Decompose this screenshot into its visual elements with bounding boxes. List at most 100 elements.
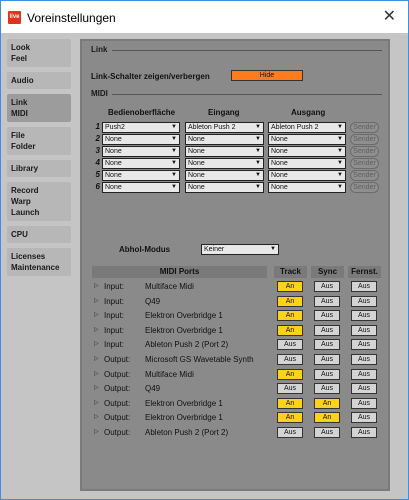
input-select-value: None <box>188 172 205 179</box>
chevron-down-icon: ▼ <box>337 160 343 166</box>
triangle-right-icon[interactable]: ▷ <box>94 340 99 347</box>
sender-button[interactable]: Sender <box>350 182 379 193</box>
track-toggle[interactable]: An <box>277 368 303 380</box>
input-select-value: None <box>188 184 205 191</box>
sender-button[interactable]: Sender <box>350 170 379 181</box>
output-select[interactable]: None ▼ <box>268 182 346 193</box>
track-toggle[interactable]: An <box>277 397 303 409</box>
sidebar-tab-label: Launch <box>11 208 40 217</box>
sync-toggle[interactable]: An <box>314 412 340 424</box>
triangle-right-icon[interactable]: ▷ <box>94 282 99 289</box>
remote-toggle[interactable]: Aus <box>351 295 377 307</box>
remote-toggle[interactable]: Aus <box>351 397 377 409</box>
track-toggle[interactable]: An <box>277 281 303 292</box>
sidebar-tab-licenses-maintenance[interactable]: Licenses Maintenance <box>7 248 71 276</box>
takeover-mode-select[interactable]: Keiner ▼ <box>201 244 279 255</box>
input-select[interactable]: None ▼ <box>185 134 264 145</box>
port-type: Input: <box>104 325 125 335</box>
triangle-right-icon[interactable]: ▷ <box>94 413 99 420</box>
remote-toggle[interactable]: Aus <box>351 324 377 336</box>
output-select[interactable]: None ▼ <box>268 170 346 181</box>
track-toggle[interactable]: An <box>277 412 303 424</box>
sidebar-tab-label: Record <box>11 186 39 195</box>
input-select[interactable]: None ▼ <box>185 158 264 169</box>
sync-toggle[interactable]: Aus <box>314 295 340 307</box>
input-select[interactable]: None ▼ <box>185 182 264 193</box>
control-surface-select[interactable]: None ▼ <box>102 170 180 181</box>
control-surface-select[interactable]: None ▼ <box>102 158 180 169</box>
output-select-value: None <box>271 160 288 167</box>
control-surface-row: 2 None ▼ None ▼ None ▼ Sender <box>82 134 392 146</box>
link-hide-button[interactable]: Hide <box>231 70 303 81</box>
output-select[interactable]: None ▼ <box>268 134 346 145</box>
triangle-right-icon[interactable]: ▷ <box>94 311 99 318</box>
remote-toggle[interactable]: Aus <box>351 339 377 351</box>
output-select[interactable]: None ▼ <box>268 146 346 157</box>
track-toggle[interactable]: An <box>277 310 303 322</box>
output-select-value: None <box>271 136 288 143</box>
sender-button[interactable]: Sender <box>350 122 379 133</box>
input-select[interactable]: None ▼ <box>185 146 264 157</box>
remote-toggle[interactable]: Aus <box>351 427 377 438</box>
remote-toggle[interactable]: Aus <box>351 412 377 424</box>
triangle-right-icon[interactable]: ▷ <box>94 399 99 406</box>
sync-toggle[interactable]: Aus <box>314 310 340 322</box>
track-toggle[interactable]: An <box>277 324 303 336</box>
port-type: Output: <box>104 355 131 364</box>
triangle-right-icon[interactable]: ▷ <box>94 326 99 333</box>
close-icon[interactable]: ✕ <box>383 7 396 27</box>
sync-toggle[interactable]: Aus <box>314 383 340 395</box>
sender-button[interactable]: Sender <box>350 134 379 145</box>
sync-toggle[interactable]: An <box>314 397 340 409</box>
sidebar-tab-file-folder[interactable]: File Folder <box>7 127 71 155</box>
triangle-right-icon[interactable]: ▷ <box>94 370 99 377</box>
output-select[interactable]: Ableton Push 2 ▼ <box>268 122 346 133</box>
port-name: Multiface Midi <box>145 282 194 291</box>
sender-button[interactable]: Sender <box>350 158 379 169</box>
remote-toggle[interactable]: Aus <box>351 383 377 395</box>
sidebar-tab-record-warp-launch[interactable]: Record Warp Launch <box>7 182 71 221</box>
triangle-right-icon[interactable]: ▷ <box>94 384 99 391</box>
sidebar-tab-library[interactable]: Library <box>7 160 71 177</box>
sidebar-tab-audio[interactable]: Audio <box>7 72 71 89</box>
remote-toggle[interactable]: Aus <box>351 310 377 322</box>
sync-toggle[interactable]: Aus <box>314 354 340 365</box>
control-surface-select[interactable]: None ▼ <box>102 134 180 145</box>
sender-button[interactable]: Sender <box>350 146 379 157</box>
sync-toggle[interactable]: Aus <box>314 324 340 336</box>
output-select-value: None <box>271 184 288 191</box>
track-toggle[interactable]: Aus <box>277 354 303 365</box>
control-surface-select[interactable]: Push2 ▼ <box>102 122 180 133</box>
sidebar-tab-look-feel[interactable]: Look Feel <box>7 39 71 67</box>
track-toggle[interactable]: An <box>277 295 303 307</box>
remote-toggle[interactable]: Aus <box>351 281 377 292</box>
remote-toggle[interactable]: Aus <box>351 354 377 365</box>
sync-toggle[interactable]: Aus <box>314 427 340 438</box>
port-type: Output: <box>104 413 131 423</box>
sidebar-tab-label: Audio <box>11 76 34 85</box>
chevron-down-icon: ▼ <box>255 136 261 142</box>
control-surface-select-value: None <box>105 148 122 155</box>
chevron-down-icon: ▼ <box>255 160 261 166</box>
row-number: 6 <box>95 182 100 191</box>
input-select[interactable]: None ▼ <box>185 170 264 181</box>
output-select[interactable]: None ▼ <box>268 158 346 169</box>
sync-toggle[interactable]: Aus <box>314 368 340 380</box>
control-surface-select-value: None <box>105 172 122 179</box>
input-select[interactable]: Ableton Push 2 ▼ <box>185 122 264 133</box>
sync-toggle[interactable]: Aus <box>314 281 340 292</box>
triangle-right-icon[interactable]: ▷ <box>94 428 99 435</box>
midi-port-row: ▷ Input: Multiface Midi An Aus Aus <box>92 281 382 293</box>
input-select-value: Ableton Push 2 <box>188 124 236 131</box>
track-toggle[interactable]: Aus <box>277 427 303 438</box>
control-surface-select[interactable]: None ▼ <box>102 146 180 157</box>
triangle-right-icon[interactable]: ▷ <box>94 355 99 362</box>
sync-toggle[interactable]: Aus <box>314 339 340 351</box>
control-surface-select[interactable]: None ▼ <box>102 182 180 193</box>
sidebar-tab-cpu[interactable]: CPU <box>7 226 71 243</box>
track-toggle[interactable]: Aus <box>277 383 303 395</box>
track-toggle[interactable]: Aus <box>277 339 303 351</box>
remote-toggle[interactable]: Aus <box>351 368 377 380</box>
sidebar-tab-link-midi[interactable]: Link MIDI <box>7 94 71 122</box>
triangle-right-icon[interactable]: ▷ <box>94 297 99 304</box>
